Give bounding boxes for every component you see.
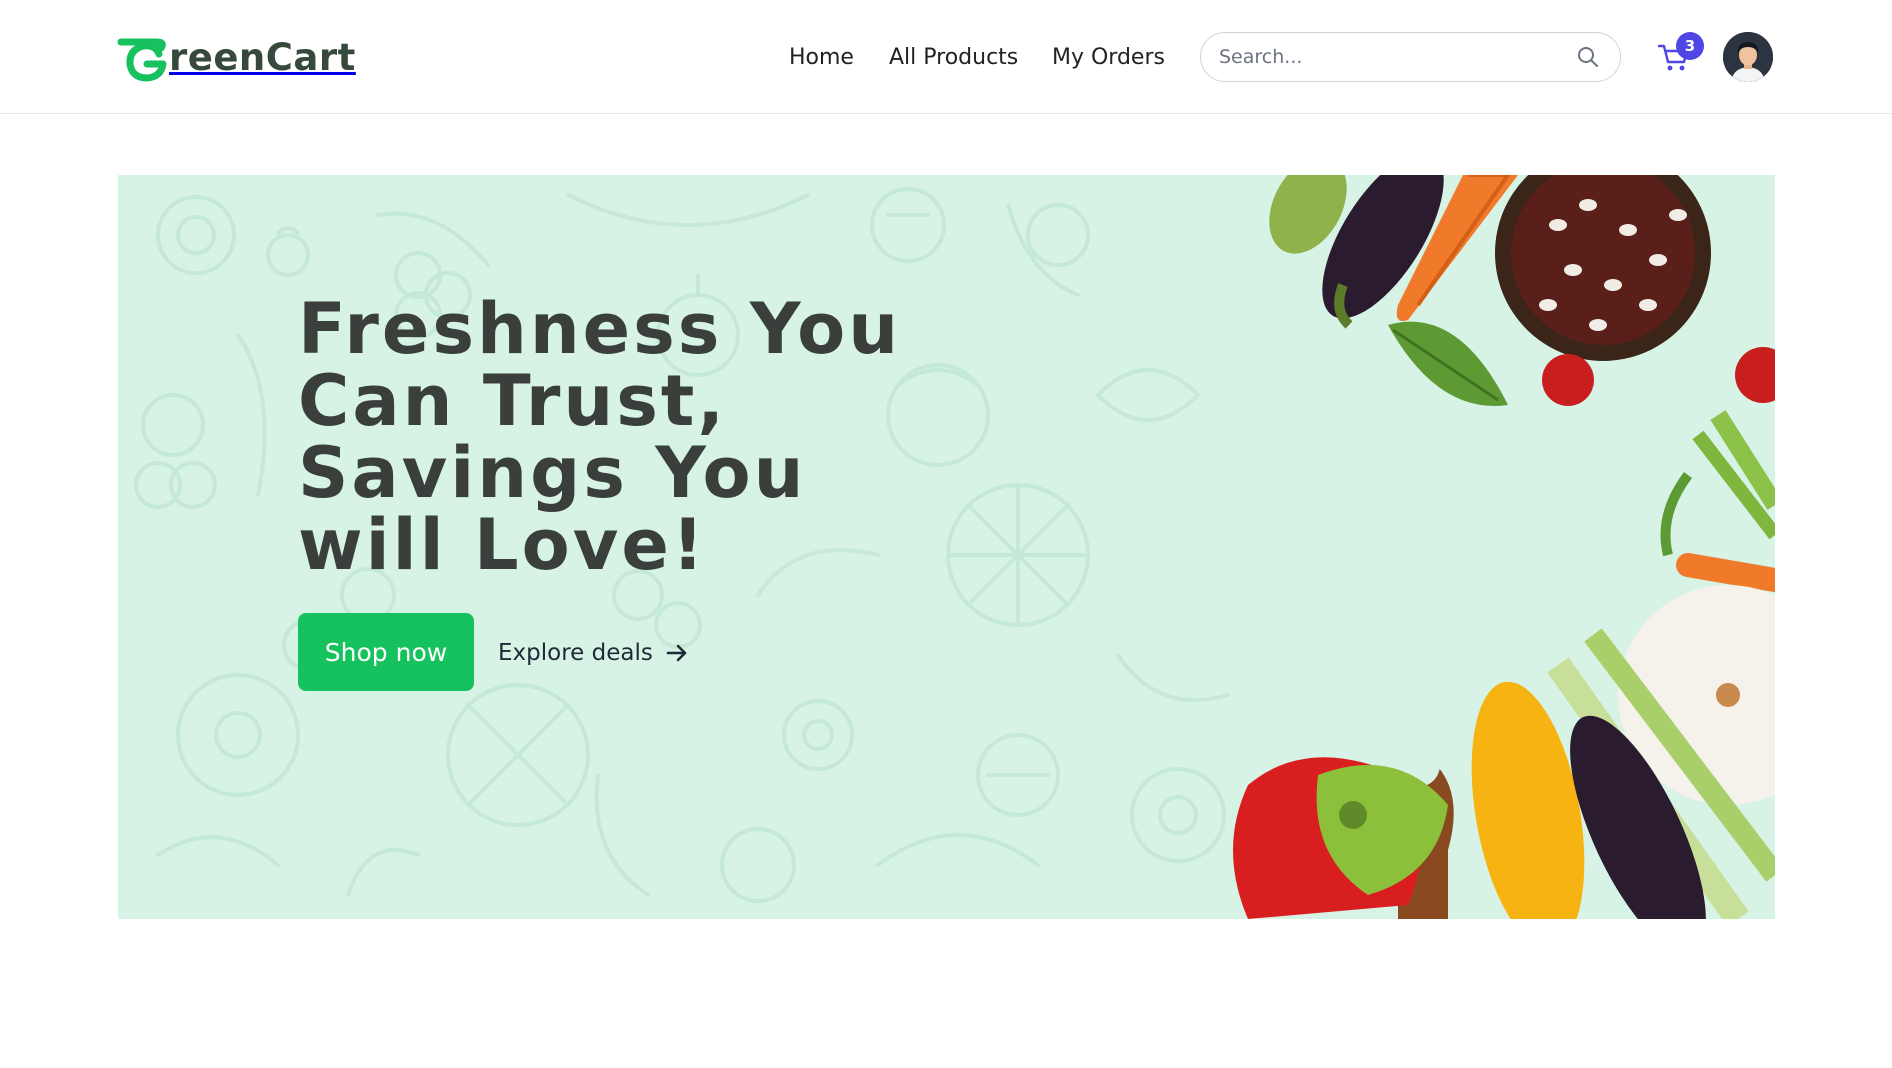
hero-headline: Freshness You Can Trust, Savings You wil…	[298, 288, 902, 586]
arrow-right-icon	[666, 644, 687, 662]
vegetables-illustration	[1233, 175, 1775, 919]
search-icon[interactable]	[1574, 43, 1602, 71]
nav-home[interactable]: Home	[789, 38, 854, 78]
explore-deals-label: Explore deals	[498, 640, 653, 666]
hero-banner: Freshness You Can Trust, Savings You wil…	[118, 175, 1775, 919]
avatar[interactable]	[1723, 32, 1773, 82]
nav-all-products[interactable]: All Products	[889, 38, 1018, 78]
explore-deals-link[interactable]: Explore deals	[498, 633, 689, 673]
search-input[interactable]	[1219, 46, 1574, 68]
search-bar	[1200, 32, 1621, 82]
brand-name: reenCart	[169, 36, 356, 79]
cart-count-badge: 3	[1676, 32, 1704, 60]
navbar: reenCart Home All Products My Orders 3	[0, 0, 1892, 114]
nav-my-orders[interactable]: My Orders	[1052, 38, 1165, 78]
brand-logo[interactable]: reenCart	[117, 32, 356, 84]
shop-now-button[interactable]: Shop now	[298, 613, 474, 691]
